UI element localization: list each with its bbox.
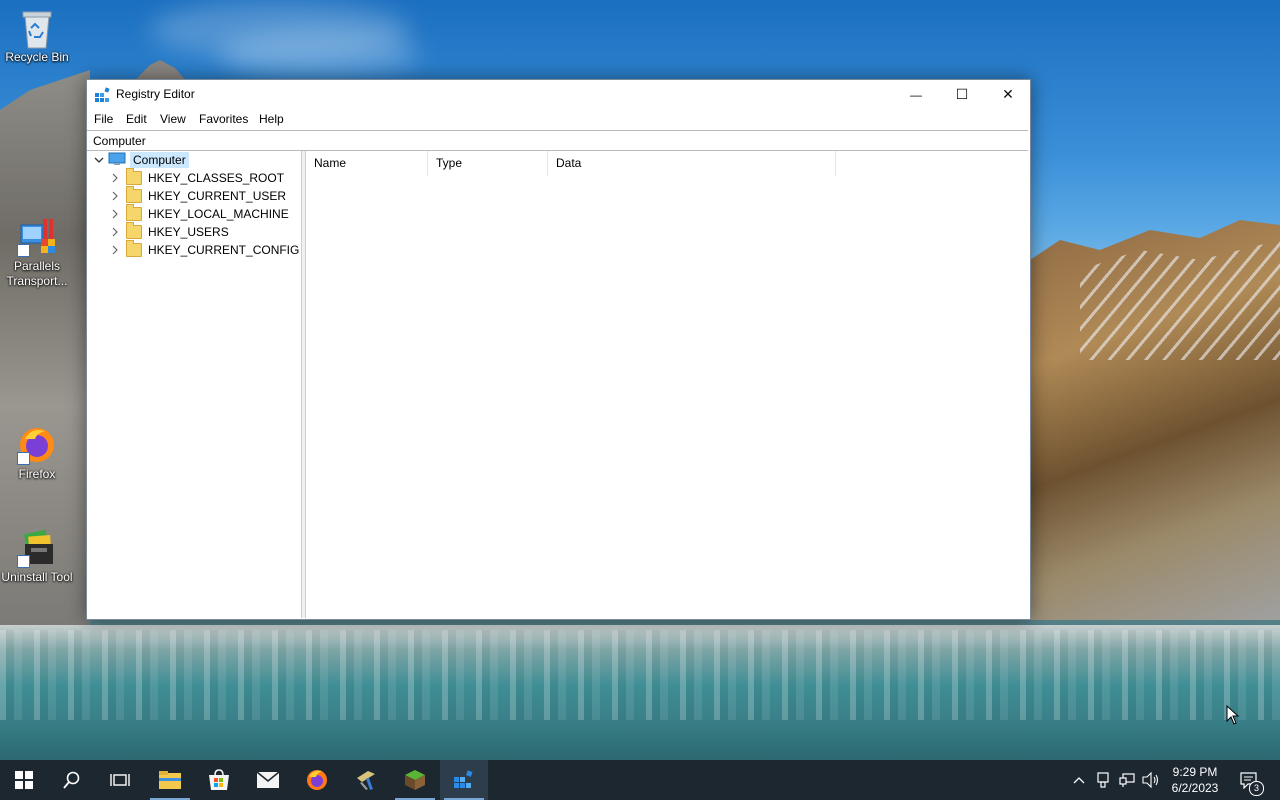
desktop-icon-label: Recycle Bin bbox=[5, 50, 69, 64]
chevron-right-icon[interactable] bbox=[109, 226, 121, 238]
desktop-icon-recycle-bin[interactable]: Recycle Bin bbox=[0, 8, 74, 65]
menu-favorites[interactable]: Favorites bbox=[199, 112, 248, 126]
action-center-button[interactable]: 3 bbox=[1232, 760, 1266, 800]
search-icon bbox=[63, 771, 80, 789]
chevron-up-icon bbox=[1073, 777, 1085, 784]
start-button[interactable] bbox=[0, 760, 48, 800]
window-title: Registry Editor bbox=[116, 87, 195, 101]
maximize-icon: ☐ bbox=[955, 86, 969, 102]
menu-help[interactable]: Help bbox=[259, 112, 284, 126]
shortcut-arrow-icon bbox=[17, 244, 30, 257]
tree-label: HKEY_CURRENT_CONFIG bbox=[148, 243, 300, 257]
taskbar-clock[interactable]: 9:29 PM 6/2/2023 bbox=[1166, 764, 1224, 796]
chevron-right-icon[interactable] bbox=[109, 244, 121, 256]
clock-date: 6/2/2023 bbox=[1171, 781, 1219, 795]
taskbar-parallels-tool[interactable] bbox=[342, 760, 390, 800]
shortcut-arrow-icon bbox=[17, 452, 30, 465]
taskbar-mail[interactable] bbox=[244, 760, 292, 800]
taskbar-file-explorer[interactable] bbox=[146, 760, 194, 800]
minecraft-icon bbox=[405, 770, 425, 790]
desktop-icon-label: Firefox bbox=[18, 467, 56, 481]
tree-item-computer[interactable]: Computer bbox=[93, 151, 189, 169]
chevron-down-icon[interactable] bbox=[93, 154, 105, 166]
computer-icon bbox=[108, 152, 126, 169]
desktop-icon-label: Uninstall Tool bbox=[1, 570, 73, 584]
desktop-icon-firefox[interactable]: Firefox bbox=[0, 425, 74, 482]
search-button[interactable] bbox=[48, 760, 96, 800]
column-header-type[interactable]: Type bbox=[428, 151, 548, 176]
taskbar-minecraft[interactable] bbox=[391, 760, 439, 800]
tree-label: Computer bbox=[130, 152, 189, 168]
device-icon bbox=[1097, 772, 1109, 788]
parallels-transporter-icon bbox=[17, 217, 57, 257]
taskbar-registry-editor[interactable] bbox=[440, 760, 488, 800]
uninstall-tool-icon bbox=[17, 528, 57, 568]
column-header-name[interactable]: Name bbox=[306, 151, 428, 176]
registry-editor-window: Registry Editor — ☐ ✕ File Edit View Fav… bbox=[86, 79, 1031, 620]
mail-icon bbox=[256, 771, 280, 788]
desktop-icon-label: Parallels Transport... bbox=[6, 259, 68, 288]
shortcut-arrow-icon bbox=[17, 555, 30, 568]
tree-item-hkey-classes-root[interactable]: HKEY_CLASSES_ROOT bbox=[109, 168, 285, 187]
notification-count-badge: 3 bbox=[1249, 781, 1264, 796]
store-icon bbox=[209, 769, 229, 790]
address-text: Computer bbox=[93, 134, 146, 148]
menu-file[interactable]: File bbox=[94, 112, 113, 126]
tree-item-hkey-local-machine[interactable]: HKEY_LOCAL_MACHINE bbox=[109, 204, 289, 223]
tree-label: HKEY_LOCAL_MACHINE bbox=[148, 207, 289, 221]
taskbar-firefox[interactable] bbox=[293, 760, 341, 800]
chevron-right-icon[interactable] bbox=[109, 190, 121, 202]
folder-icon bbox=[126, 168, 142, 185]
title-bar[interactable]: Registry Editor — ☐ ✕ bbox=[87, 80, 1030, 109]
tray-parallels-icon[interactable] bbox=[1092, 760, 1114, 800]
folder-icon bbox=[126, 204, 142, 221]
address-bar[interactable]: Computer bbox=[87, 130, 1028, 151]
speaker-icon bbox=[1142, 772, 1159, 788]
desktop-icon-parallels-transporter[interactable]: Parallels Transport... bbox=[0, 217, 74, 289]
maximize-button[interactable]: ☐ bbox=[939, 80, 985, 109]
key-tree-pane[interactable]: Computer HKEY_CLASSES_ROOT HKEY_CURRENT_… bbox=[87, 151, 301, 618]
firefox-icon bbox=[17, 425, 57, 465]
desktop-icon-uninstall-tool[interactable]: Uninstall Tool bbox=[0, 528, 74, 585]
folder-icon bbox=[126, 186, 142, 203]
menu-edit[interactable]: Edit bbox=[126, 112, 147, 126]
minimize-button[interactable]: — bbox=[893, 80, 939, 109]
recycle-bin-icon bbox=[17, 8, 57, 49]
close-icon: ✕ bbox=[1002, 86, 1014, 102]
taskbar: 9:29 PM 6/2/2023 3 bbox=[0, 760, 1280, 800]
tree-label: HKEY_CURRENT_USER bbox=[148, 189, 287, 203]
minimize-icon: — bbox=[910, 87, 922, 102]
registry-editor-icon bbox=[94, 87, 110, 103]
clock-time: 9:29 PM bbox=[1172, 765, 1218, 779]
folder-icon bbox=[126, 240, 142, 257]
tree-item-hkey-current-config[interactable]: HKEY_CURRENT_CONFIG bbox=[109, 240, 300, 259]
network-icon bbox=[1119, 773, 1135, 787]
close-button[interactable]: ✕ bbox=[985, 80, 1031, 109]
menu-view[interactable]: View bbox=[160, 112, 186, 126]
tray-overflow-button[interactable] bbox=[1068, 760, 1090, 800]
taskbar-microsoft-store[interactable] bbox=[195, 760, 243, 800]
file-explorer-icon bbox=[159, 771, 181, 789]
windows-logo-icon bbox=[15, 771, 33, 789]
column-header-data[interactable]: Data bbox=[548, 151, 836, 176]
firefox-icon bbox=[307, 770, 327, 790]
tree-label: HKEY_USERS bbox=[148, 225, 229, 239]
tray-volume-icon[interactable] bbox=[1140, 760, 1162, 800]
tree-item-hkey-users[interactable]: HKEY_USERS bbox=[109, 222, 229, 241]
chevron-right-icon[interactable] bbox=[109, 208, 121, 220]
tree-item-hkey-current-user[interactable]: HKEY_CURRENT_USER bbox=[109, 186, 287, 205]
tool-icon bbox=[357, 771, 375, 790]
menu-bar: File Edit View Favorites Help bbox=[87, 109, 1030, 129]
folder-icon bbox=[126, 222, 142, 239]
task-view-button[interactable] bbox=[96, 760, 144, 800]
mouse-cursor bbox=[1226, 704, 1240, 728]
values-list-pane[interactable]: Name Type Data bbox=[306, 151, 1029, 618]
tray-network-icon[interactable] bbox=[1116, 760, 1138, 800]
chevron-right-icon[interactable] bbox=[109, 172, 121, 184]
task-view-icon bbox=[110, 774, 130, 786]
registry-editor-icon bbox=[454, 770, 473, 788]
tree-label: HKEY_CLASSES_ROOT bbox=[148, 171, 285, 185]
